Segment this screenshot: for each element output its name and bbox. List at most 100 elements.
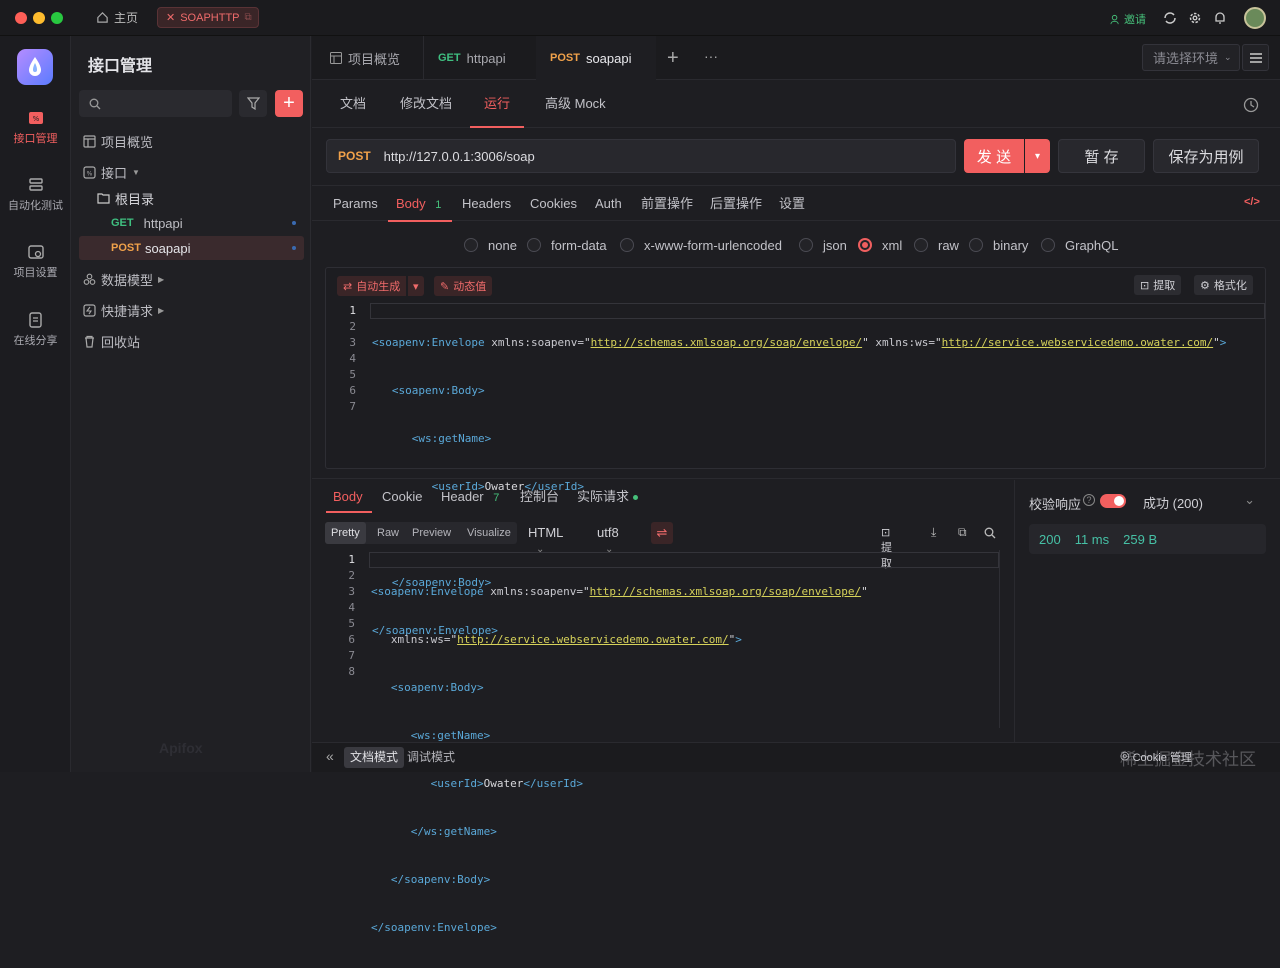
maximize-window-button[interactable] bbox=[51, 12, 63, 24]
tab-httpapi[interactable]: GET httpapi bbox=[423, 36, 535, 80]
status-select[interactable]: 成功 (200) ⌄ bbox=[1143, 492, 1255, 512]
subtab-run[interactable]: 运行 bbox=[470, 80, 524, 128]
rail-automation[interactable]: 自动化测试 bbox=[0, 177, 71, 213]
method-select[interactable]: POST bbox=[338, 149, 371, 163]
url-input[interactable]: http://127.0.0.1:3006/soap bbox=[384, 149, 535, 164]
rail-label: 项目设置 bbox=[13, 267, 58, 279]
view-pretty[interactable]: Pretty bbox=[325, 522, 366, 544]
auto-generate-options[interactable]: ▾ bbox=[408, 276, 424, 296]
invite-button[interactable]: 邀请 bbox=[1110, 11, 1146, 27]
resp-tab-header[interactable]: Header 7 bbox=[441, 481, 499, 513]
gear-icon[interactable] bbox=[1188, 11, 1202, 25]
tab-cookies[interactable]: Cookies bbox=[530, 186, 577, 222]
environment-select[interactable]: 请选择环境 ⌄ bbox=[1142, 44, 1240, 71]
format-button[interactable]: ⚙ 格式化 bbox=[1194, 275, 1253, 295]
nav-root-folder[interactable]: 根目录 bbox=[79, 186, 304, 210]
nav-label: 回收站 bbox=[101, 334, 141, 350]
request-body-editor[interactable]: ⇄ 自动生成 ▾ ✎ 动态值 ⊡ 提取 ⚙ 格式化 1 2 3 4 5 6 7 … bbox=[325, 267, 1266, 637]
history-icon[interactable] bbox=[1243, 97, 1259, 113]
radio-json[interactable]: json bbox=[799, 237, 847, 253]
radio-none[interactable]: none bbox=[464, 237, 517, 253]
save-temp-button[interactable]: 暂 存 bbox=[1058, 139, 1145, 173]
resp-tab-actual[interactable]: 实际请求 bbox=[577, 481, 638, 513]
response-tabs: Body Cookie Header 7 控制台 实际请求 bbox=[312, 481, 1014, 513]
tab-pre-actions[interactable]: 前置操作 bbox=[641, 186, 693, 222]
resp-tab-cookie[interactable]: Cookie bbox=[382, 481, 422, 513]
tab-soapapi[interactable]: POST soapapi bbox=[536, 36, 656, 80]
view-preview[interactable]: Preview bbox=[406, 522, 457, 544]
radio-xml[interactable]: xml bbox=[858, 237, 902, 253]
help-icon[interactable]: ? bbox=[1083, 494, 1095, 506]
download-icon[interactable]: ⤓ bbox=[931, 525, 936, 540]
folder-icon bbox=[97, 193, 110, 204]
rail-api-management[interactable]: % 接口管理 bbox=[0, 110, 71, 146]
view-visualize[interactable]: Visualize bbox=[461, 522, 517, 544]
nav-overview[interactable]: 项目概览 bbox=[79, 129, 304, 153]
subtab-mock[interactable]: 高级 Mock bbox=[545, 80, 606, 128]
debug-mode-button[interactable]: 调试模式 bbox=[407, 747, 455, 768]
extract-button[interactable]: ⊡ 提取 bbox=[1134, 275, 1182, 295]
doc-mode-button[interactable]: 文档模式 bbox=[344, 747, 405, 768]
resp-tab-body[interactable]: Body bbox=[326, 481, 372, 513]
new-tab-button[interactable]: + bbox=[667, 47, 679, 70]
menu-button[interactable] bbox=[1242, 44, 1269, 71]
svg-text:%: % bbox=[87, 170, 93, 177]
toggle-knob bbox=[1114, 496, 1124, 506]
code-icon[interactable]: </> bbox=[1244, 196, 1260, 208]
tab-post-actions[interactable]: 后置操作 bbox=[710, 186, 762, 222]
response-body-viewer[interactable]: 1 2 3 4 5 6 7 8 <soapenv:Envelope xmlns:… bbox=[325, 550, 1000, 934]
tab-headers[interactable]: Headers bbox=[462, 186, 511, 222]
tab-label: 实际请求 bbox=[577, 489, 630, 504]
nav-trash[interactable]: 回收站 bbox=[79, 329, 304, 353]
tab-settings[interactable]: 设置 bbox=[779, 186, 805, 222]
search-input[interactable] bbox=[79, 90, 232, 117]
radio-graphql[interactable]: GraphQL bbox=[1041, 237, 1118, 253]
avatar[interactable] bbox=[1244, 7, 1266, 29]
tab-params[interactable]: Params bbox=[333, 186, 378, 222]
nav-quick-requests[interactable]: 快捷请求 ▶ bbox=[79, 298, 304, 322]
more-tabs-button[interactable]: ··· bbox=[704, 48, 718, 64]
add-button[interactable]: + bbox=[275, 90, 303, 117]
radio-urlencoded[interactable]: x-www-form-urlencoded bbox=[620, 237, 782, 253]
radio-form-data[interactable]: form-data bbox=[527, 237, 607, 253]
wrap-toggle-button[interactable]: ⇌ bbox=[651, 522, 673, 544]
nav-httpapi[interactable]: GET httpapi bbox=[79, 211, 304, 235]
chevron-down-icon: ⌄ bbox=[1224, 52, 1232, 62]
project-tab-label: SOAPHTTP bbox=[180, 11, 240, 24]
nav-soapapi[interactable]: POST soapapi bbox=[79, 236, 304, 260]
subtab-edit[interactable]: 修改文档 bbox=[400, 80, 452, 128]
nav-data-models[interactable]: 数据模型 ▶ bbox=[79, 267, 304, 291]
resp-tab-console[interactable]: 控制台 bbox=[520, 481, 559, 513]
validate-toggle[interactable] bbox=[1100, 494, 1126, 508]
count-badge: 1 bbox=[435, 199, 442, 211]
tab-body[interactable]: Body 1 bbox=[388, 186, 452, 222]
home-tab[interactable]: 主页 bbox=[96, 9, 138, 26]
auto-generate-button[interactable]: ⇄ 自动生成 bbox=[337, 276, 407, 296]
user-add-icon bbox=[1110, 14, 1119, 24]
radio-raw[interactable]: raw bbox=[914, 237, 959, 253]
dynamic-value-button[interactable]: ✎ 动态值 bbox=[434, 276, 493, 296]
collapse-icon[interactable]: « bbox=[326, 748, 334, 764]
search-icon[interactable] bbox=[984, 527, 996, 539]
save-case-button[interactable]: 保存为用例 bbox=[1153, 139, 1259, 173]
bell-icon[interactable] bbox=[1213, 11, 1227, 25]
view-raw[interactable]: Raw bbox=[371, 522, 405, 544]
subtab-doc[interactable]: 文档 bbox=[340, 80, 366, 128]
send-options-button[interactable]: ▾ bbox=[1025, 139, 1050, 173]
minimize-window-button[interactable] bbox=[33, 12, 45, 24]
rail-online-share[interactable]: 在线分享 bbox=[0, 312, 71, 348]
tab-auth[interactable]: Auth bbox=[595, 186, 622, 222]
project-tab[interactable]: ✕ SOAPHTTP ⧉ bbox=[157, 7, 259, 28]
send-button[interactable]: 发 送 bbox=[964, 139, 1024, 173]
url-bar[interactable]: POST http://127.0.0.1:3006/soap bbox=[326, 139, 956, 173]
radio-binary[interactable]: binary bbox=[969, 237, 1028, 253]
copy-icon[interactable]: ⧉ bbox=[958, 525, 967, 540]
close-icon[interactable]: ✕ bbox=[166, 11, 175, 24]
filter-button[interactable] bbox=[239, 90, 267, 117]
tab-overview[interactable]: 项目概览 bbox=[316, 36, 414, 80]
code-line: <soapenv:Envelope xmlns:soapenv="http://… bbox=[372, 336, 1227, 349]
rail-project-settings[interactable]: 项目设置 bbox=[0, 244, 71, 280]
nav-api[interactable]: % 接口 ▼ bbox=[79, 160, 304, 184]
close-window-button[interactable] bbox=[15, 12, 27, 24]
sync-icon[interactable] bbox=[1163, 11, 1177, 25]
